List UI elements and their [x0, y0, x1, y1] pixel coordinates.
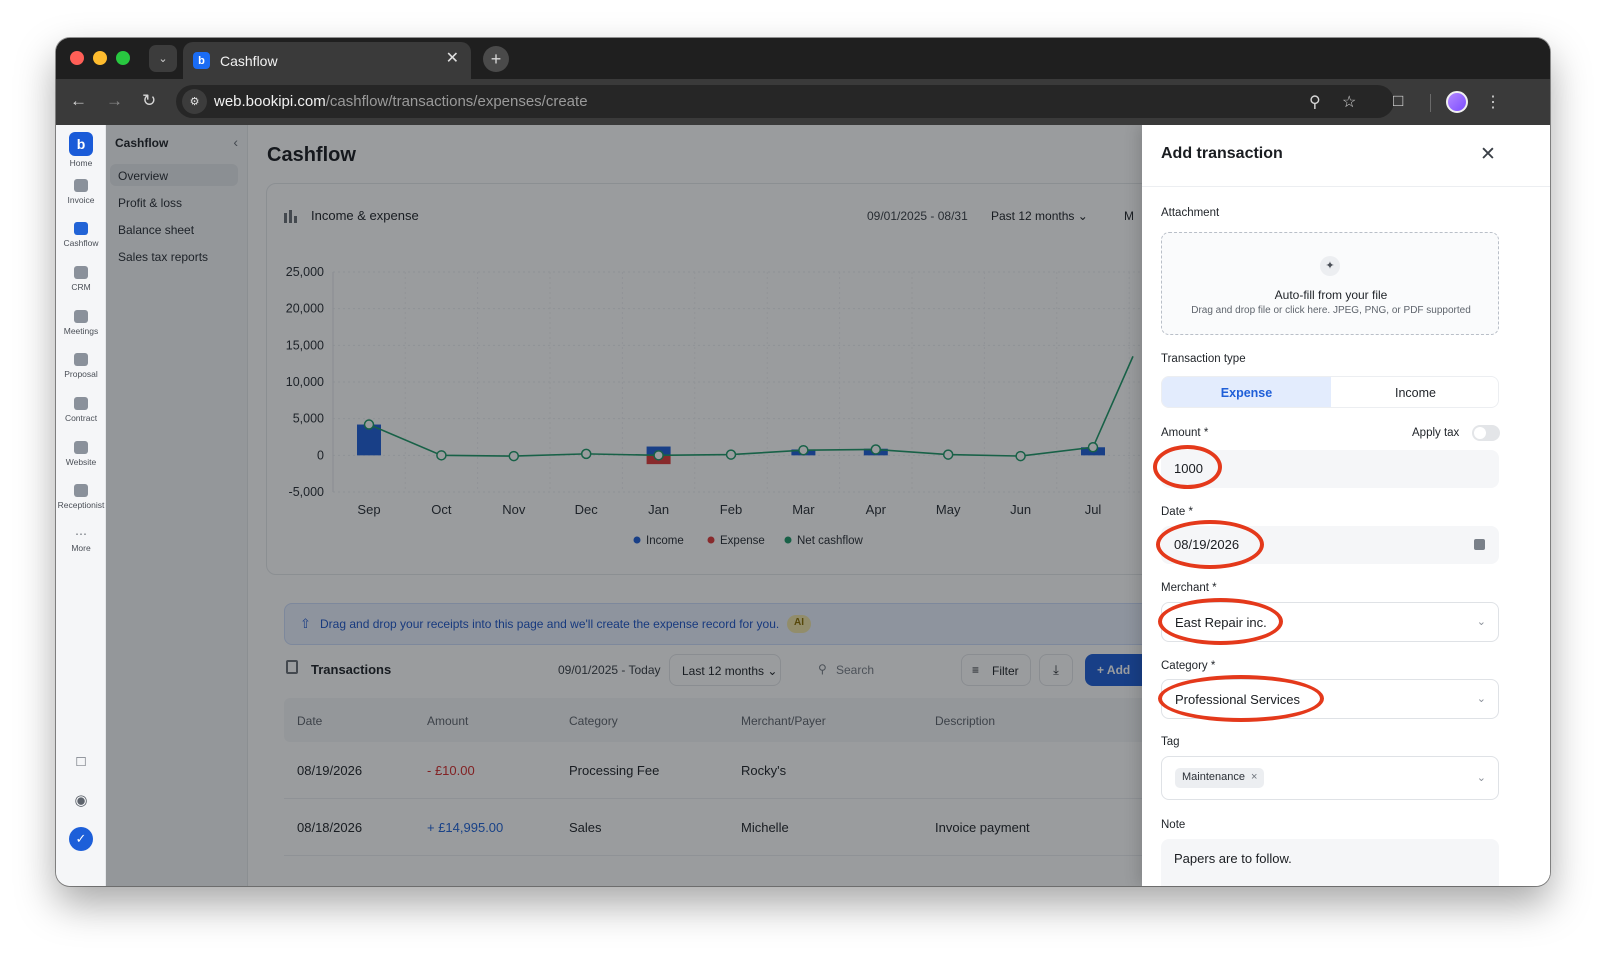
contract-icon: [74, 397, 88, 410]
amount-label: Amount *: [1161, 427, 1209, 439]
rail-item-receptionist[interactable]: Receptionist: [56, 484, 106, 510]
remove-tag-icon[interactable]: ×: [1251, 771, 1257, 783]
dropzone-title: Auto-fill from your file: [1274, 288, 1388, 302]
rail-item-cashflow[interactable]: Cashflow: [56, 222, 106, 248]
close-window-button[interactable]: [70, 51, 84, 65]
new-tab-button[interactable]: +: [483, 46, 509, 72]
category-highlight-ring: [1158, 675, 1324, 722]
browser-toolbar: ← → ↻ ⚙ web.bookipi.com/cashflow/transac…: [56, 79, 1550, 125]
chevron-down-icon: ⌄: [1476, 693, 1486, 705]
tab-cashflow[interactable]: b Cashflow ✕: [183, 42, 471, 79]
invoice-icon: [74, 179, 88, 192]
toolbar-divider: [1430, 94, 1431, 112]
merchant-label: Merchant *: [1161, 582, 1217, 594]
rail-label: Receptionist: [57, 500, 105, 510]
account-check-icon[interactable]: ✓: [69, 827, 93, 851]
meetings-icon: [74, 310, 88, 323]
rail-item-more[interactable]: ⋯ More: [56, 527, 106, 553]
back-icon[interactable]: ←: [70, 91, 87, 111]
type-expense-option[interactable]: Expense: [1162, 377, 1331, 407]
tag-select[interactable]: Maintenance × ⌄: [1161, 756, 1499, 800]
url-host: web.bookipi.com: [214, 93, 326, 110]
more-dots-icon: ⋯: [75, 527, 87, 541]
rail-label: CRM: [71, 282, 91, 292]
rail-item-invoice[interactable]: Invoice: [56, 179, 106, 205]
apply-tax-label: Apply tax: [1412, 427, 1460, 439]
tab-search-button[interactable]: ⌄: [149, 45, 177, 72]
minimize-window-button[interactable]: [93, 51, 107, 65]
dropzone-subtitle: Drag and drop file or click here. JPEG, …: [1191, 305, 1471, 316]
address-bar[interactable]: ⚙ web.bookipi.com/cashflow/transactions/…: [176, 85, 1394, 118]
rail-item-meetings[interactable]: Meetings: [56, 310, 106, 336]
drawer-title: Add transaction: [1161, 145, 1283, 162]
note-textarea[interactable]: Papers are to follow.: [1161, 839, 1499, 886]
gift-icon[interactable]: □: [72, 753, 90, 771]
rail-item-crm[interactable]: CRM: [56, 266, 106, 292]
rail-item-home[interactable]: Home: [56, 158, 106, 168]
close-icon[interactable]: ✕: [1480, 145, 1496, 164]
close-tab-icon[interactable]: ✕: [446, 51, 459, 67]
rail-label: Contract: [64, 413, 98, 423]
bookmark-star-icon[interactable]: ☆: [1342, 92, 1356, 112]
rail-label: Website: [65, 457, 97, 467]
sparkle-icon: ✦: [1320, 256, 1340, 276]
tag-chip-label: Maintenance: [1182, 771, 1245, 783]
calendar-icon[interactable]: [1474, 539, 1485, 550]
chevron-down-icon: ⌄: [158, 53, 168, 65]
attachment-dropzone[interactable]: ✦ Auto-fill from your file Drag and drop…: [1161, 232, 1499, 335]
rail-label: Home: [69, 158, 93, 168]
browser-window: ⌄ b Cashflow ✕ + ← → ↻ ⚙ web.bookipi.com…: [56, 38, 1550, 886]
chevron-down-icon: ⌄: [1476, 616, 1486, 628]
note-label: Note: [1161, 819, 1186, 831]
cashflow-icon: [74, 222, 88, 235]
rail-label: Proposal: [64, 369, 98, 379]
rail-label: Meetings: [63, 326, 99, 336]
bookipi-favicon-icon: b: [193, 52, 210, 69]
zoom-icon[interactable]: ⚲: [1309, 92, 1321, 112]
transaction-type-toggle: Expense Income: [1161, 376, 1499, 408]
rail-item-website[interactable]: Website: [56, 441, 106, 467]
app-viewport: b Home Invoice Cashflow CRM Meetings Pro…: [56, 125, 1550, 886]
rail-label: More: [71, 543, 91, 553]
attachment-label: Attachment: [1161, 207, 1220, 219]
merchant-highlight-ring: [1158, 598, 1283, 645]
rail-label: Invoice: [67, 195, 95, 205]
add-transaction-drawer: Add transaction ✕ Attachment ✦ Auto-fill…: [1142, 125, 1550, 886]
tag-chip: Maintenance ×: [1175, 768, 1265, 788]
proposal-icon: [74, 353, 88, 366]
note-value: Papers are to follow.: [1174, 851, 1292, 866]
rail-label: Cashflow: [63, 238, 99, 248]
toggle-knob: [1474, 427, 1486, 439]
bookipi-logo-icon[interactable]: b: [69, 132, 93, 156]
type-income-option[interactable]: Income: [1331, 377, 1498, 407]
app-rail: b Home Invoice Cashflow CRM Meetings Pro…: [56, 125, 106, 886]
apply-tax-toggle[interactable]: [1472, 425, 1500, 441]
amount-highlight-ring: [1153, 445, 1222, 489]
transaction-type-label: Transaction type: [1161, 353, 1246, 365]
category-label: Category *: [1161, 660, 1216, 672]
date-label: Date *: [1161, 506, 1193, 518]
rail-item-proposal[interactable]: Proposal: [56, 353, 106, 379]
crm-icon: [74, 266, 88, 279]
notification-bell-icon[interactable]: ◉: [72, 791, 90, 809]
website-icon: [74, 441, 88, 454]
url-text[interactable]: web.bookipi.com/cashflow/transactions/ex…: [214, 93, 588, 110]
forward-icon[interactable]: →: [106, 91, 123, 111]
extensions-icon[interactable]: □: [1393, 91, 1403, 111]
tab-title: Cashflow: [220, 52, 278, 69]
drawer-divider: [1142, 186, 1550, 187]
rail-item-contract[interactable]: Contract: [56, 397, 106, 423]
date-highlight-ring: [1156, 520, 1264, 569]
profile-avatar[interactable]: [1446, 91, 1468, 113]
chevron-down-icon: ⌄: [1476, 772, 1486, 784]
modal-backdrop[interactable]: [106, 125, 1142, 886]
browser-menu-icon[interactable]: ⋮: [1485, 92, 1501, 112]
tab-strip: ⌄ b Cashflow ✕ +: [56, 38, 1550, 79]
site-info-icon[interactable]: ⚙: [182, 89, 207, 114]
zoom-window-button[interactable]: [116, 51, 130, 65]
url-path: /cashflow/transactions/expenses/create: [325, 93, 588, 110]
reload-icon[interactable]: ↻: [142, 91, 156, 111]
headset-icon: [74, 484, 88, 497]
tag-label: Tag: [1161, 736, 1180, 748]
